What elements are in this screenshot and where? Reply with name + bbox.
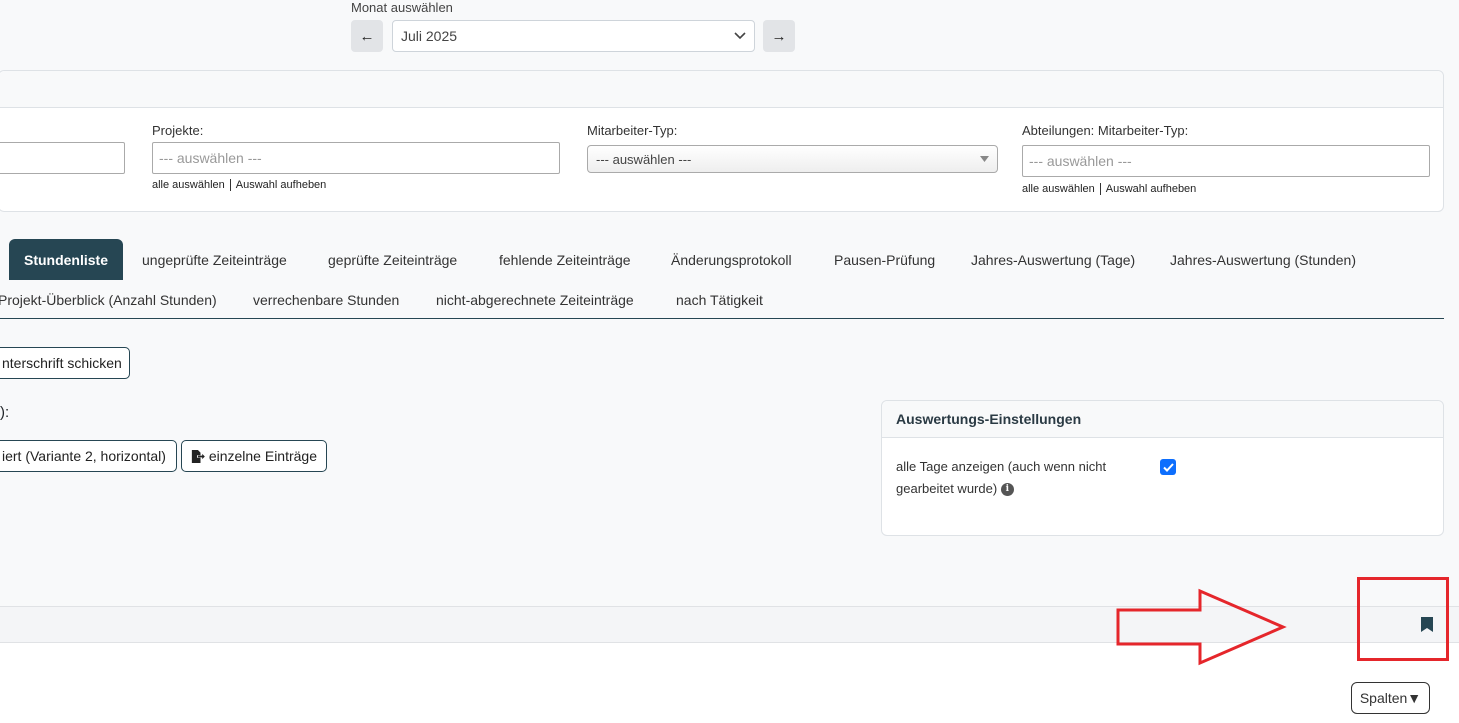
info-circle-icon[interactable]: i bbox=[1000, 483, 1014, 497]
show-all-days-label: alle Tage anzeigen (auch wenn nicht gear… bbox=[896, 456, 1146, 500]
abteilungen-clear-link[interactable]: Auswahl aufheben bbox=[1106, 183, 1197, 195]
red-highlight-box bbox=[1357, 577, 1449, 661]
tab-verrechenbare-stunden[interactable]: verrechenbare Stunden bbox=[253, 292, 399, 308]
month-select-value: Juli 2025 bbox=[401, 28, 458, 44]
mitarbeiter-typ-select[interactable]: --- auswählen --- bbox=[587, 145, 998, 173]
mitarbeiter-typ-label: Mitarbeiter-Typ: bbox=[587, 123, 678, 138]
tab-nicht-abgerechnete-zeiteintraege[interactable]: nicht-abgerechnete Zeiteinträge bbox=[436, 292, 634, 308]
tab-projekt-ueberblick[interactable]: Projekt-Überblick (Anzahl Stunden) bbox=[0, 292, 217, 308]
bookmark-icon[interactable] bbox=[1421, 617, 1433, 632]
file-export-icon bbox=[191, 449, 205, 463]
abteilungen-select-all-link[interactable]: alle auswählen bbox=[1022, 183, 1095, 195]
link-separator bbox=[229, 179, 231, 192]
month-select-label: Monat auswählen bbox=[351, 0, 453, 15]
signature-send-label: nterschrift schicken bbox=[2, 355, 122, 371]
show-all-days-checkbox[interactable] bbox=[1160, 459, 1176, 475]
columns-toggle-button[interactable]: Spalten▼ bbox=[1351, 682, 1430, 714]
caret-down-icon bbox=[980, 156, 989, 162]
checkmark-icon bbox=[1162, 462, 1174, 472]
tab-underline bbox=[0, 318, 1444, 319]
export-variant2-button[interactable]: iert (Variante 2, horizontal) bbox=[0, 440, 177, 472]
projekte-input[interactable]: --- auswählen --- bbox=[152, 142, 560, 174]
projekte-label: Projekte: bbox=[152, 123, 204, 138]
export-single-entries-label: einzelne Einträge bbox=[208, 448, 317, 464]
projekte-select-all-link[interactable]: alle auswählen bbox=[152, 179, 225, 191]
tab-aenderungsprotokoll[interactable]: Änderungsprotokoll bbox=[671, 252, 792, 268]
tab-jahres-auswertung-stunden[interactable]: Jahres-Auswertung (Stunden) bbox=[1170, 252, 1356, 268]
tab-nach-taetigkeit[interactable]: nach Tätigkeit bbox=[676, 292, 763, 308]
chevron-down-icon bbox=[734, 32, 746, 40]
abteilungen-input[interactable]: --- auswählen --- bbox=[1022, 145, 1430, 177]
next-month-button[interactable]: → bbox=[763, 20, 795, 52]
month-select[interactable]: Juli 2025 bbox=[392, 20, 755, 52]
abteilungen-label: Abteilungen: Mitarbeiter-Typ: bbox=[1022, 123, 1189, 138]
link-separator bbox=[1099, 183, 1101, 196]
evaluation-settings-title: Auswertungs-Einstellungen bbox=[882, 401, 1443, 438]
partial-filter-input[interactable] bbox=[0, 142, 125, 174]
abteilungen-links: alle auswählen Auswahl aufheben bbox=[1022, 183, 1197, 196]
mitarbeiter-typ-value: --- auswählen --- bbox=[596, 151, 692, 167]
tab-jahres-auswertung-tage[interactable]: Jahres-Auswertung (Tage) bbox=[971, 252, 1135, 268]
signature-send-button[interactable]: nterschrift schicken bbox=[0, 347, 130, 379]
tab-stundenliste[interactable]: Stundenliste bbox=[9, 239, 123, 280]
tab-gepruefte-zeiteintraege[interactable]: geprüfte Zeiteinträge bbox=[328, 252, 457, 268]
export-variant2-label: iert (Variante 2, horizontal) bbox=[2, 448, 166, 464]
filter-card-header bbox=[0, 71, 1443, 108]
projekte-clear-link[interactable]: Auswahl aufheben bbox=[236, 179, 327, 191]
export-single-entries-button[interactable]: einzelne Einträge bbox=[181, 440, 327, 472]
tab-pausen-pruefung[interactable]: Pausen-Prüfung bbox=[834, 252, 935, 268]
projekte-links: alle auswählen Auswahl aufheben bbox=[152, 179, 327, 192]
tab-fehlende-zeiteintraege[interactable]: fehlende Zeiteinträge bbox=[499, 252, 631, 268]
export-section-label: ): bbox=[0, 404, 10, 421]
red-arrow-annotation bbox=[1116, 588, 1287, 666]
tab-ungepruefte-zeiteintraege[interactable]: ungeprüfte Zeiteinträge bbox=[142, 252, 287, 268]
evaluation-settings-card: Auswertungs-Einstellungen alle Tage anze… bbox=[881, 400, 1444, 536]
prev-month-button[interactable]: ← bbox=[351, 20, 383, 52]
